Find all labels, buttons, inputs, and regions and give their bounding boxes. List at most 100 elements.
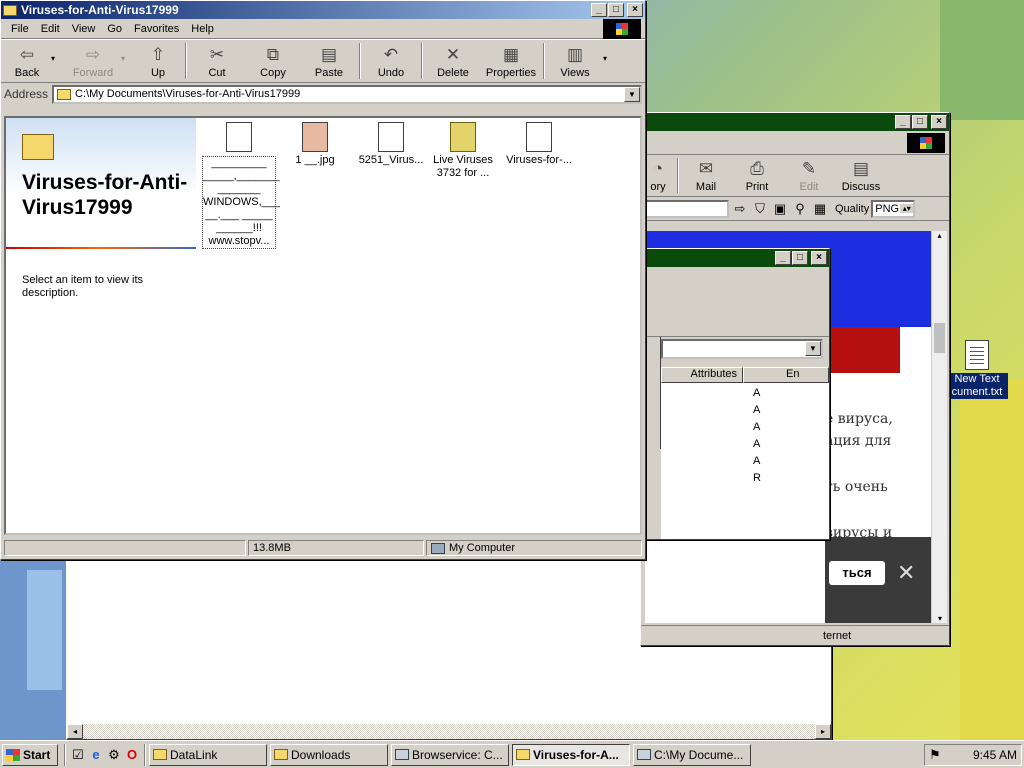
- views-dropdown-icon[interactable]: ▾: [603, 40, 617, 82]
- properties-icon[interactable]: ▦: [503, 45, 519, 67]
- properties-button[interactable]: Properties: [486, 67, 536, 79]
- close-popup-icon[interactable]: ✕: [897, 561, 915, 585]
- up-button[interactable]: Up: [151, 67, 165, 79]
- taskbar-button[interactable]: C:\My Docume...: [633, 743, 751, 766]
- edit-icon[interactable]: ✎: [802, 159, 816, 181]
- ie-icon[interactable]: e: [87, 746, 105, 764]
- column-header-en[interactable]: En: [743, 367, 829, 383]
- forward-dropdown-icon[interactable]: ▾: [121, 40, 133, 82]
- windows-logo-icon: [907, 132, 945, 153]
- folder-dropdown[interactable]: ▼: [661, 339, 823, 359]
- menu-view[interactable]: View: [66, 23, 102, 35]
- delete-icon[interactable]: ✕: [446, 45, 460, 67]
- file-item[interactable]: 5251_Virus...: [350, 122, 432, 167]
- text-document-icon: [965, 340, 989, 370]
- explorer-titlebar[interactable]: Viruses-for-Anti-Virus17999 _ □ ×: [1, 1, 645, 19]
- maximize-icon[interactable]: □: [608, 3, 624, 17]
- paste-icon[interactable]: ▤: [321, 45, 337, 67]
- back-button[interactable]: Back: [15, 67, 39, 79]
- history-icon[interactable]: ◔: [653, 159, 663, 181]
- maximize-icon[interactable]: □: [912, 115, 928, 129]
- folder-icon: [57, 88, 72, 100]
- mail-button[interactable]: Mail: [696, 181, 716, 193]
- minimize-icon[interactable]: _: [775, 251, 791, 265]
- menu-edit[interactable]: Edit: [35, 23, 66, 35]
- menu-favorites[interactable]: Favorites: [128, 23, 185, 35]
- file-item[interactable]: Viruses-for-...: [498, 122, 580, 167]
- taskbar-button[interactable]: Browservice: C...: [391, 743, 509, 766]
- views-button[interactable]: Views: [560, 67, 589, 79]
- history-label[interactable]: ory: [650, 181, 665, 193]
- scroll-left-icon[interactable]: ◂: [67, 724, 83, 739]
- vertical-scrollbar[interactable]: ▴ ▾: [931, 231, 947, 623]
- chevron-down-icon[interactable]: ▼: [805, 341, 821, 356]
- column-header-attributes[interactable]: Attributes: [661, 367, 743, 383]
- taskbar-button[interactable]: DataLink: [149, 743, 267, 766]
- menu-go[interactable]: Go: [101, 23, 128, 35]
- network-icon[interactable]: ⚙: [105, 746, 123, 764]
- cut-button[interactable]: Cut: [208, 67, 225, 79]
- folder-icon: [3, 4, 17, 16]
- forward-arrow-icon[interactable]: ⇨: [86, 45, 100, 67]
- edit-button[interactable]: Edit: [800, 181, 819, 193]
- folder-titlebar[interactable]: _ □ ×: [641, 249, 829, 267]
- copy-button[interactable]: Copy: [260, 67, 286, 79]
- up-folder-icon[interactable]: ⇧: [151, 45, 165, 67]
- address-input[interactable]: C:\My Documents\Viruses-for-Anti-Virus17…: [52, 84, 642, 104]
- mail-icon[interactable]: ✉: [699, 159, 713, 181]
- maximize-icon[interactable]: □: [792, 251, 808, 265]
- horizontal-scrollbar[interactable]: ◂ ▸: [67, 723, 831, 739]
- file-item[interactable]: Live Viruses 3732 for ...: [422, 122, 504, 180]
- print-button[interactable]: Print: [746, 181, 769, 193]
- url-field[interactable]: [643, 199, 729, 218]
- forward-button[interactable]: Forward: [73, 67, 113, 79]
- my-computer-icon: [431, 542, 445, 554]
- attribute-cell: A: [753, 404, 761, 416]
- go-arrow-icon[interactable]: ⇨: [731, 200, 749, 218]
- bookmark-icon[interactable]: ⛉: [751, 200, 769, 218]
- save-page-icon[interactable]: ▣: [771, 200, 789, 218]
- menu-help[interactable]: Help: [185, 23, 220, 35]
- print-icon[interactable]: ⎙: [750, 159, 764, 181]
- undo-button[interactable]: Undo: [378, 67, 404, 79]
- opera-icon[interactable]: O: [123, 746, 141, 764]
- minimize-icon[interactable]: _: [591, 3, 607, 17]
- file-name: 5251_Virus...: [358, 154, 424, 166]
- menu-file[interactable]: File: [5, 23, 35, 35]
- delete-button[interactable]: Delete: [437, 67, 469, 79]
- tray-app-icon[interactable]: ⚑: [929, 747, 941, 763]
- start-button[interactable]: Start: [2, 743, 58, 766]
- discuss-icon[interactable]: ▤: [853, 159, 869, 181]
- undo-icon[interactable]: ↶: [384, 45, 398, 67]
- browser-titlebar[interactable]: _ □ ×: [641, 113, 949, 131]
- folder-icon: [153, 749, 167, 760]
- file-item[interactable]: 1 __.jpg: [274, 122, 356, 167]
- show-desktop-icon[interactable]: ☑: [69, 746, 87, 764]
- clipboard-icon[interactable]: ▦: [811, 200, 829, 218]
- clock[interactable]: 9:45 AM: [973, 748, 1017, 762]
- file-item[interactable]: _________ _____,_______ _______ WINDOWS,___…: [198, 122, 280, 249]
- back-dropdown-icon[interactable]: ▾: [51, 40, 65, 82]
- find-icon[interactable]: ⚲: [791, 200, 809, 218]
- paste-button[interactable]: Paste: [315, 67, 343, 79]
- desktop-icon-new-text-document[interactable]: New Text cument.txt: [946, 340, 1008, 399]
- back-arrow-icon[interactable]: ⇦: [20, 45, 34, 67]
- spinner-icon[interactable]: ▴▾: [900, 204, 914, 213]
- minimize-icon[interactable]: _: [895, 115, 911, 129]
- close-icon[interactable]: ×: [811, 251, 827, 265]
- copy-icon[interactable]: ⧉: [267, 45, 279, 67]
- scroll-right-icon[interactable]: ▸: [815, 724, 831, 739]
- quality-select[interactable]: PNG ▴▾: [871, 199, 916, 218]
- close-icon[interactable]: ×: [627, 3, 643, 17]
- popup-accept-button[interactable]: ться: [829, 561, 885, 585]
- discuss-button[interactable]: Discuss: [842, 181, 881, 193]
- chevron-down-icon[interactable]: ▼: [624, 86, 640, 102]
- views-icon[interactable]: ▥: [567, 45, 583, 67]
- file-name: _____,_______: [203, 170, 280, 182]
- taskbar-button[interactable]: Downloads: [270, 743, 388, 766]
- scroll-thumb[interactable]: [934, 323, 945, 353]
- cut-icon[interactable]: ✂: [210, 45, 224, 67]
- close-icon[interactable]: ×: [931, 115, 947, 129]
- taskbar-button[interactable]: Viruses-for-A...: [512, 743, 630, 766]
- menu-bar: File Edit View Go Favorites Help: [1, 18, 645, 39]
